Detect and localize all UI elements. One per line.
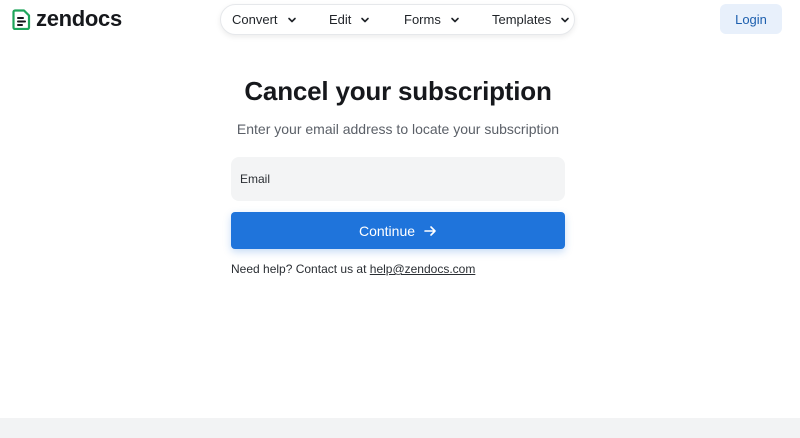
chevron-down-icon <box>451 17 459 22</box>
continue-label: Continue <box>358 222 416 239</box>
help-label: Need help? Contact us at <box>231 262 367 276</box>
page: zendocs Convert Edit Forms Templates Log… <box>0 0 800 438</box>
page-subtitle: Enter your email address to locate your … <box>236 121 560 137</box>
chevron-down-icon <box>287 17 296 22</box>
arrow-right-icon <box>424 225 436 236</box>
nav-templates-label: Templates <box>492 12 552 27</box>
nav-edit[interactable]: Edit <box>329 5 370 34</box>
nav-edit-label: Edit <box>329 12 352 27</box>
login-button[interactable]: Login <box>720 4 782 34</box>
nav-forms-label: Forms <box>404 12 441 27</box>
nav-templates[interactable]: Templates <box>492 5 570 34</box>
nav-convert[interactable]: Convert <box>232 5 297 34</box>
chevron-down-icon <box>561 17 570 22</box>
help-email-link[interactable]: help@zendocs.com <box>370 262 476 276</box>
top-nav: Convert Edit Forms Templates <box>220 4 575 35</box>
nav-forms[interactable]: Forms <box>404 5 460 34</box>
logo-text: zendocs <box>36 6 122 31</box>
email-field[interactable] <box>231 157 565 201</box>
logo[interactable]: zendocs <box>12 6 122 32</box>
document-logo-icon <box>12 9 31 30</box>
page-title: Cancel your subscription <box>244 76 552 106</box>
nav-convert-label: Convert <box>232 12 278 27</box>
footer-band <box>0 418 800 438</box>
chevron-down-icon <box>361 17 370 22</box>
continue-button[interactable]: Continue <box>231 212 565 249</box>
help-text: Need help? Contact us at help@zendocs.co… <box>231 262 475 276</box>
